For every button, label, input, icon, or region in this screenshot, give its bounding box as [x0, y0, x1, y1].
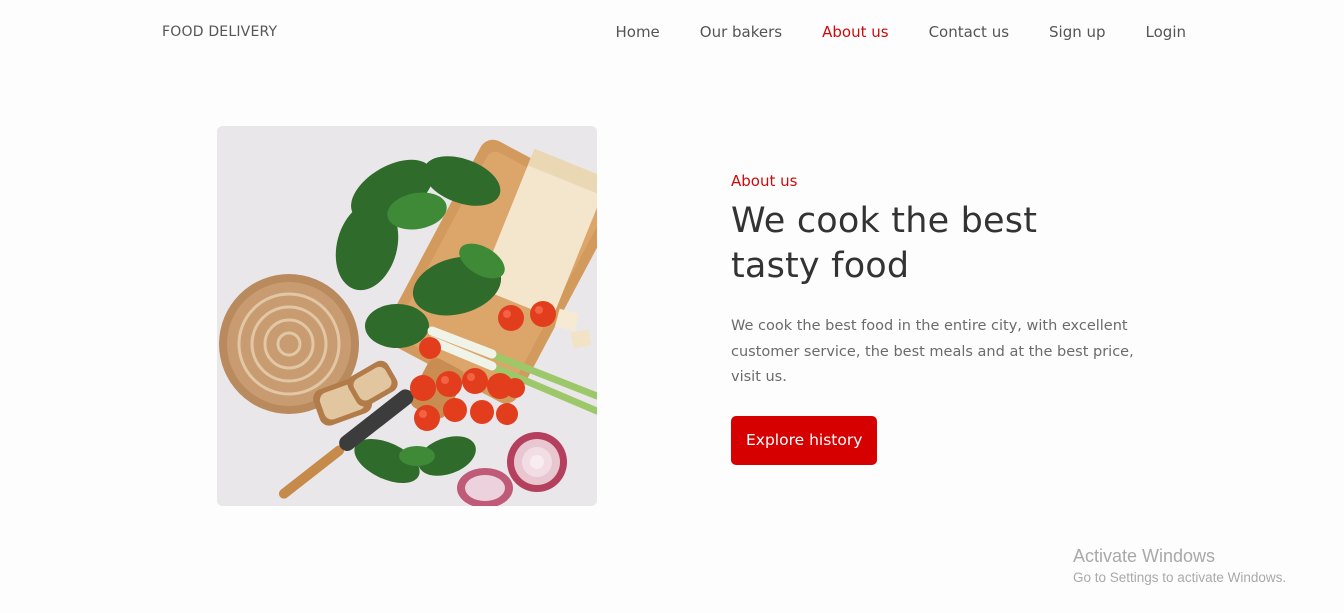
- section-eyebrow: About us: [731, 172, 798, 190]
- watermark-subtitle: Go to Settings to activate Windows.: [1073, 570, 1287, 585]
- section-description: We cook the best food in the entire city…: [731, 318, 1134, 385]
- top-navbar: FOOD DELIVERY Home Our bakers About us C…: [0, 0, 1344, 68]
- nav-home[interactable]: Home: [615, 23, 659, 41]
- nav-contact-us[interactable]: Contact us: [929, 23, 1009, 41]
- nav-links: Home Our bakers About us Contact us Sign…: [615, 23, 1186, 41]
- headline-line-1: We cook the best: [731, 201, 1038, 241]
- watermark-title: Activate Windows: [1073, 546, 1216, 566]
- nav-sign-up[interactable]: Sign up: [1049, 23, 1106, 41]
- explore-history-button[interactable]: Explore history: [731, 415, 878, 465]
- nav-about-us[interactable]: About us: [822, 23, 888, 41]
- brand-logo[interactable]: FOOD DELIVERY: [162, 24, 277, 40]
- food-photo-illustration: [217, 126, 597, 506]
- about-section: About us We cook the best tasty food We …: [731, 172, 1151, 465]
- windows-activation-watermark: Activate Windows Go to Settings to activ…: [1073, 546, 1286, 585]
- section-headline: We cook the best tasty food: [731, 199, 1151, 289]
- nav-login[interactable]: Login: [1146, 23, 1186, 41]
- nav-our-bakers[interactable]: Our bakers: [700, 23, 782, 41]
- food-ingredients-photo: [217, 126, 597, 506]
- headline-line-2: tasty food: [731, 246, 910, 286]
